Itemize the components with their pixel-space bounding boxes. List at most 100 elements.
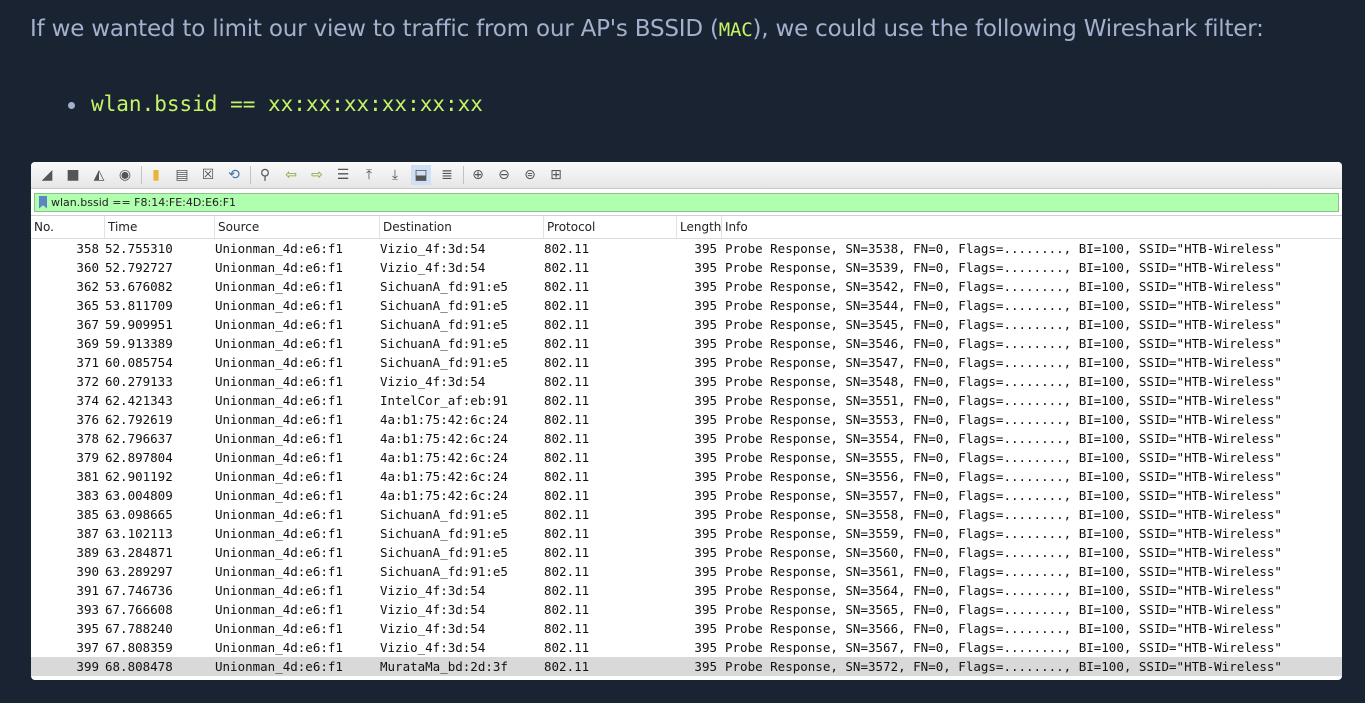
packet-row[interactable]: 385 63.098665 Unionman_4d:e6:f1 SichuanA_fd… [31, 505, 1342, 524]
open-icon[interactable]: ▮ [146, 165, 166, 185]
packet-protocol: 802.11 [544, 412, 590, 427]
packet-row[interactable]: 389 63.284871 Unionman_4d:e6:f1 SichuanA_fd… [31, 543, 1342, 562]
packet-row[interactable]: 381 62.901192 Unionman_4d:e6:f1 4a:b1:75:42… [31, 467, 1342, 486]
packet-row[interactable]: 376 62.792619 Unionman_4d:e6:f1 4a:b1:75:42… [31, 410, 1342, 429]
close-file-icon[interactable]: ☒ [198, 165, 218, 185]
reload-icon[interactable]: ⟲ [224, 165, 244, 185]
packet-destination: Vizio_4f:3d:54 [380, 602, 486, 617]
last-icon[interactable]: ⤓ [385, 165, 405, 185]
forward-icon[interactable]: ⇨ [307, 165, 327, 185]
zoom-out-icon[interactable]: ⊖ [494, 165, 514, 185]
packet-row[interactable]: 358 52.755310 Unionman_4d:e6:f1 Vizio_4f:3d… [31, 239, 1342, 258]
main-toolbar: ◢ ■ ◭ ◉ ▮ ▤ ☒ ⟲ ⚲ ⇦ ⇨ ☰ ⤒ ⤓ ⬓ ≣ ⊕ ⊖ ⊜ ⊞ [31, 162, 1342, 189]
stop-icon[interactable]: ■ [63, 165, 83, 185]
display-filter-input[interactable]: wlan.bssid == F8:14:FE:4D:E6:F1 [34, 192, 1339, 212]
restart-icon[interactable]: ◭ [89, 165, 109, 185]
column-header-source[interactable]: Source [215, 216, 380, 238]
packet-no: 385 [76, 507, 99, 522]
packet-length: 395 [694, 507, 717, 522]
packet-protocol: 802.11 [544, 469, 590, 484]
options-icon[interactable]: ◉ [115, 165, 135, 185]
zoom-in-icon[interactable]: ⊕ [468, 165, 488, 185]
packet-info: Probe Response, SN=3560, FN=0, Flags=...… [725, 545, 1282, 560]
packet-time: 53.811709 [105, 298, 173, 313]
packet-time: 63.004809 [105, 488, 173, 503]
packet-row[interactable]: 367 59.909951 Unionman_4d:e6:f1 SichuanA_fd… [31, 315, 1342, 334]
packet-time: 67.766608 [105, 602, 173, 617]
packet-row[interactable]: 395 67.788240 Unionman_4d:e6:f1 Vizio_4f:3d… [31, 619, 1342, 638]
packet-destination: 4a:b1:75:42:6c:24 [380, 469, 508, 484]
packet-source: Unionman_4d:e6:f1 [215, 621, 343, 636]
toolbar-separator [463, 166, 464, 184]
packet-length: 395 [694, 412, 717, 427]
autoscroll-icon[interactable]: ⬓ [411, 165, 431, 185]
packet-source: Unionman_4d:e6:f1 [215, 431, 343, 446]
packet-row[interactable]: 362 53.676082 Unionman_4d:e6:f1 SichuanA_fd… [31, 277, 1342, 296]
packet-list-header: No. Time Source Destination Protocol Len… [31, 216, 1342, 239]
packet-row[interactable]: 393 67.766608 Unionman_4d:e6:f1 Vizio_4f:3d… [31, 600, 1342, 619]
packet-list: No. Time Source Destination Protocol Len… [31, 216, 1342, 676]
packet-source: Unionman_4d:e6:f1 [215, 564, 343, 579]
packet-row[interactable]: 360 52.792727 Unionman_4d:e6:f1 Vizio_4f:3d… [31, 258, 1342, 277]
packet-source: Unionman_4d:e6:f1 [215, 602, 343, 617]
packet-no: 376 [76, 412, 99, 427]
goto-icon[interactable]: ☰ [333, 165, 353, 185]
packet-length: 395 [694, 355, 717, 370]
packet-length: 395 [694, 450, 717, 465]
packet-protocol: 802.11 [544, 241, 590, 256]
packet-no: 381 [76, 469, 99, 484]
packet-info: Probe Response, SN=3561, FN=0, Flags=...… [725, 564, 1282, 579]
first-icon[interactable]: ⤒ [359, 165, 379, 185]
packet-length: 395 [694, 431, 717, 446]
packet-row[interactable]: 387 63.102113 Unionman_4d:e6:f1 SichuanA_fd… [31, 524, 1342, 543]
filter-bullet-list: wlan.bssid == xx:xx:xx:xx:xx:xx [68, 92, 483, 116]
packet-row[interactable]: 383 63.004809 Unionman_4d:e6:f1 4a:b1:75:42… [31, 486, 1342, 505]
packet-length: 395 [694, 469, 717, 484]
packet-no: 383 [76, 488, 99, 503]
packet-row[interactable]: 397 67.808359 Unionman_4d:e6:f1 Vizio_4f:3d… [31, 638, 1342, 657]
packet-protocol: 802.11 [544, 355, 590, 370]
packet-row[interactable]: 378 62.796637 Unionman_4d:e6:f1 4a:b1:75:42… [31, 429, 1342, 448]
fin-icon[interactable]: ◢ [37, 165, 57, 185]
find-icon[interactable]: ⚲ [255, 165, 275, 185]
packet-row[interactable]: 372 60.279133 Unionman_4d:e6:f1 Vizio_4f:3d… [31, 372, 1342, 391]
column-header-info[interactable]: Info [722, 216, 1342, 238]
packet-info: Probe Response, SN=3551, FN=0, Flags=...… [725, 393, 1282, 408]
zoom-normal-icon[interactable]: ⊜ [520, 165, 540, 185]
column-header-destination[interactable]: Destination [380, 216, 544, 238]
packet-row[interactable]: 390 63.289297 Unionman_4d:e6:f1 SichuanA_fd… [31, 562, 1342, 581]
column-header-protocol[interactable]: Protocol [544, 216, 677, 238]
packet-destination: Vizio_4f:3d:54 [380, 583, 486, 598]
resize-columns-icon[interactable]: ⊞ [546, 165, 566, 185]
bookmark-icon[interactable] [39, 195, 47, 209]
colorize-icon[interactable]: ≣ [437, 165, 457, 185]
packet-source: Unionman_4d:e6:f1 [215, 260, 343, 275]
packet-info: Probe Response, SN=3553, FN=0, Flags=...… [725, 412, 1282, 427]
column-header-time[interactable]: Time [105, 216, 215, 238]
packet-destination: Vizio_4f:3d:54 [380, 621, 486, 636]
packet-info: Probe Response, SN=3558, FN=0, Flags=...… [725, 507, 1282, 522]
packet-row[interactable]: 371 60.085754 Unionman_4d:e6:f1 SichuanA_fd… [31, 353, 1342, 372]
packet-destination: 4a:b1:75:42:6c:24 [380, 488, 508, 503]
column-header-no[interactable]: No. [31, 216, 105, 238]
packet-row[interactable]: 379 62.897804 Unionman_4d:e6:f1 4a:b1:75:42… [31, 448, 1342, 467]
packet-row[interactable]: 369 59.913389 Unionman_4d:e6:f1 SichuanA_fd… [31, 334, 1342, 353]
column-header-length[interactable]: Length [677, 216, 722, 238]
packet-row-selected[interactable]: 399 68.808478 Unionman_4d:e6:f1 MurataMa_bd… [31, 657, 1342, 676]
packet-info: Probe Response, SN=3539, FN=0, Flags=...… [725, 260, 1282, 275]
packet-destination: MurataMa_bd:2d:3f [380, 659, 508, 674]
packet-row[interactable]: 365 53.811709 Unionman_4d:e6:f1 SichuanA_fd… [31, 296, 1342, 315]
packet-row[interactable]: 374 62.421343 Unionman_4d:e6:f1 IntelCor_af… [31, 391, 1342, 410]
packet-row[interactable]: 391 67.746736 Unionman_4d:e6:f1 Vizio_4f:3d… [31, 581, 1342, 600]
packet-time: 60.279133 [105, 374, 173, 389]
packet-protocol: 802.11 [544, 621, 590, 636]
packet-time: 62.901192 [105, 469, 173, 484]
packet-no: 397 [76, 640, 99, 655]
back-icon[interactable]: ⇦ [281, 165, 301, 185]
packet-time: 53.676082 [105, 279, 173, 294]
packet-no: 379 [76, 450, 99, 465]
packet-time: 62.796637 [105, 431, 173, 446]
packet-time: 60.085754 [105, 355, 173, 370]
file-icon[interactable]: ▤ [172, 165, 192, 185]
packet-protocol: 802.11 [544, 279, 590, 294]
